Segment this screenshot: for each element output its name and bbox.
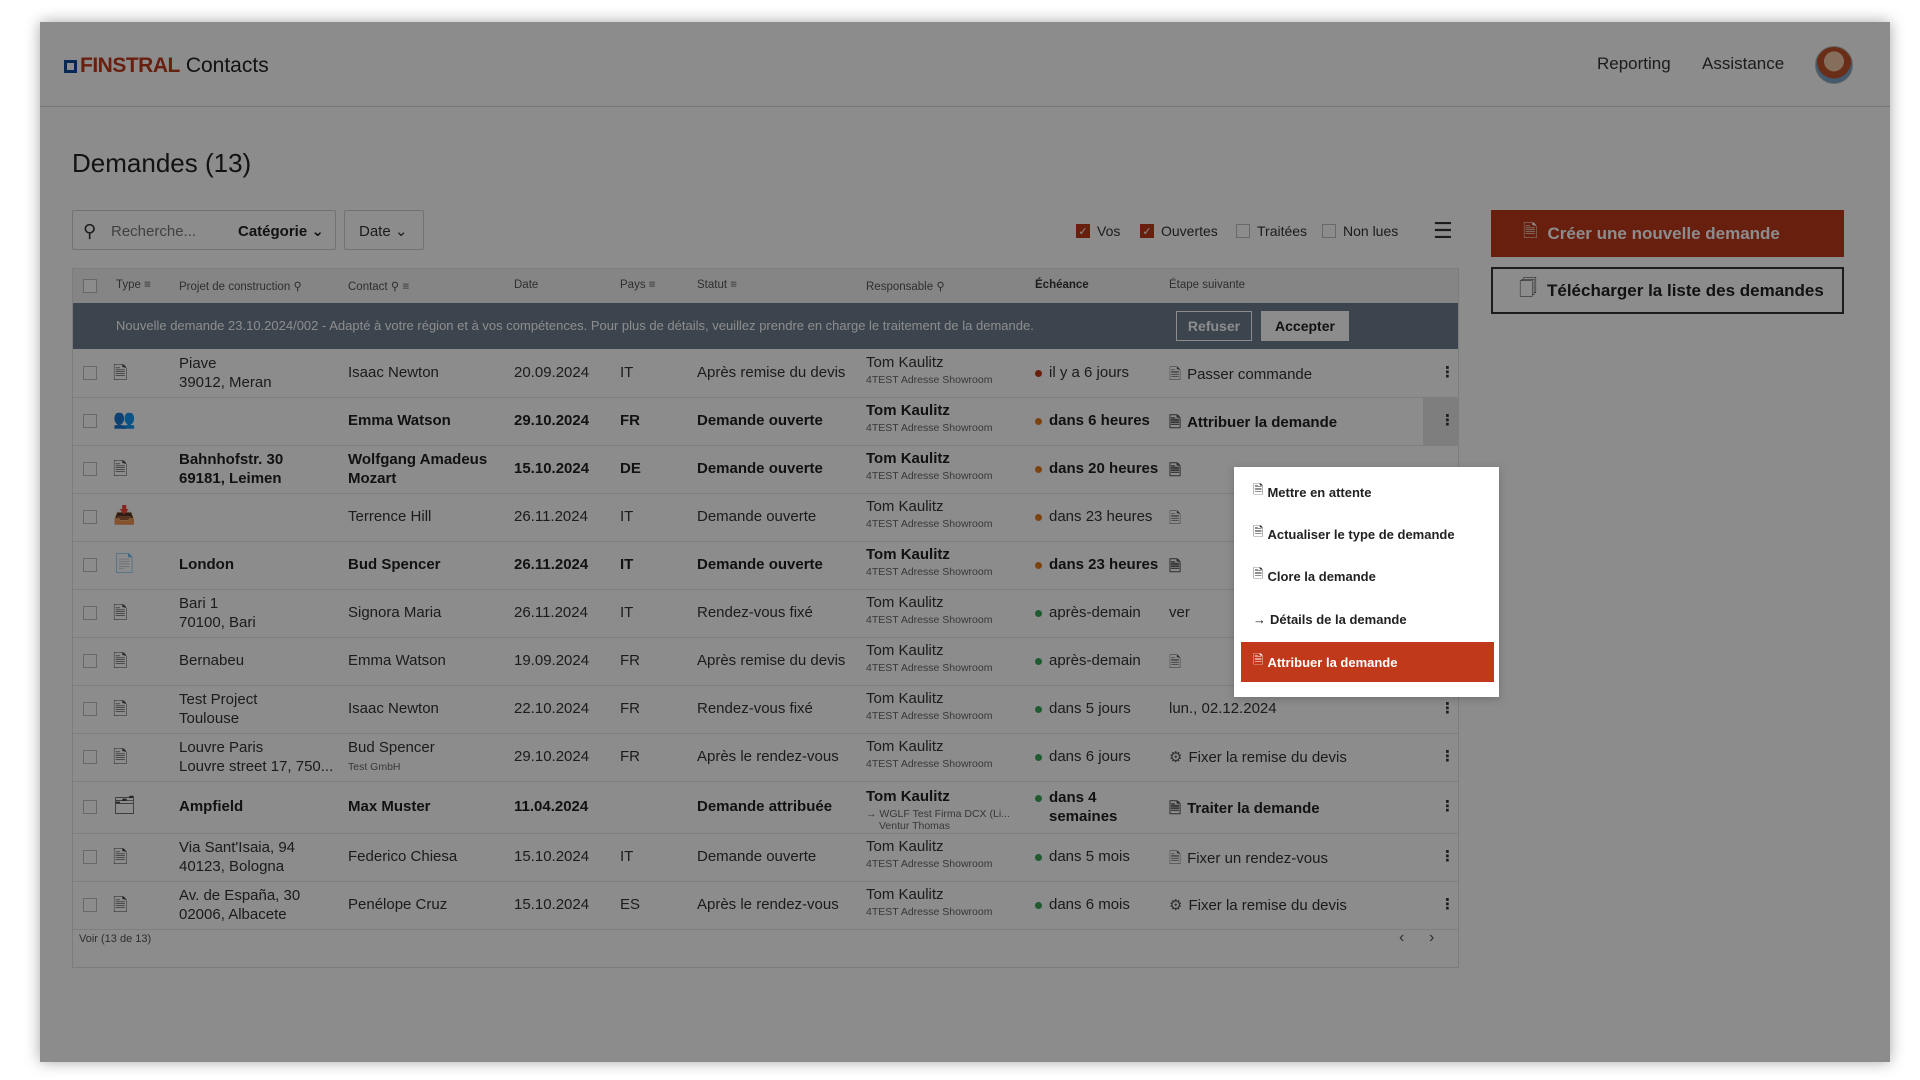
app-window: FINSTRAL Contacts Reporting Assistance D… (40, 22, 1890, 1062)
menu-request-details[interactable]: → Détails de la demande (1241, 599, 1494, 639)
modal-overlay[interactable] (40, 22, 1890, 1062)
menu-update-type[interactable]: 🗎 Actualiser le type de demande (1241, 514, 1494, 554)
arrow-right-icon: → (1253, 611, 1266, 627)
menu-put-on-hold[interactable]: 🗎 Mettre en attente (1241, 472, 1494, 512)
document-icon: 🗎 (1253, 524, 1264, 539)
document-icon: 🗎 (1253, 566, 1264, 581)
menu-assign-request[interactable]: 🗎 Attribuer la demande (1241, 642, 1494, 682)
document-icon: 🗎 (1253, 482, 1264, 497)
document-icon: 🗎 (1253, 652, 1264, 667)
row-context-menu: 🗎 Mettre en attente 🗎 Actualiser le type… (1234, 467, 1499, 697)
menu-close-request[interactable]: 🗎 Clore la demande (1241, 556, 1494, 596)
